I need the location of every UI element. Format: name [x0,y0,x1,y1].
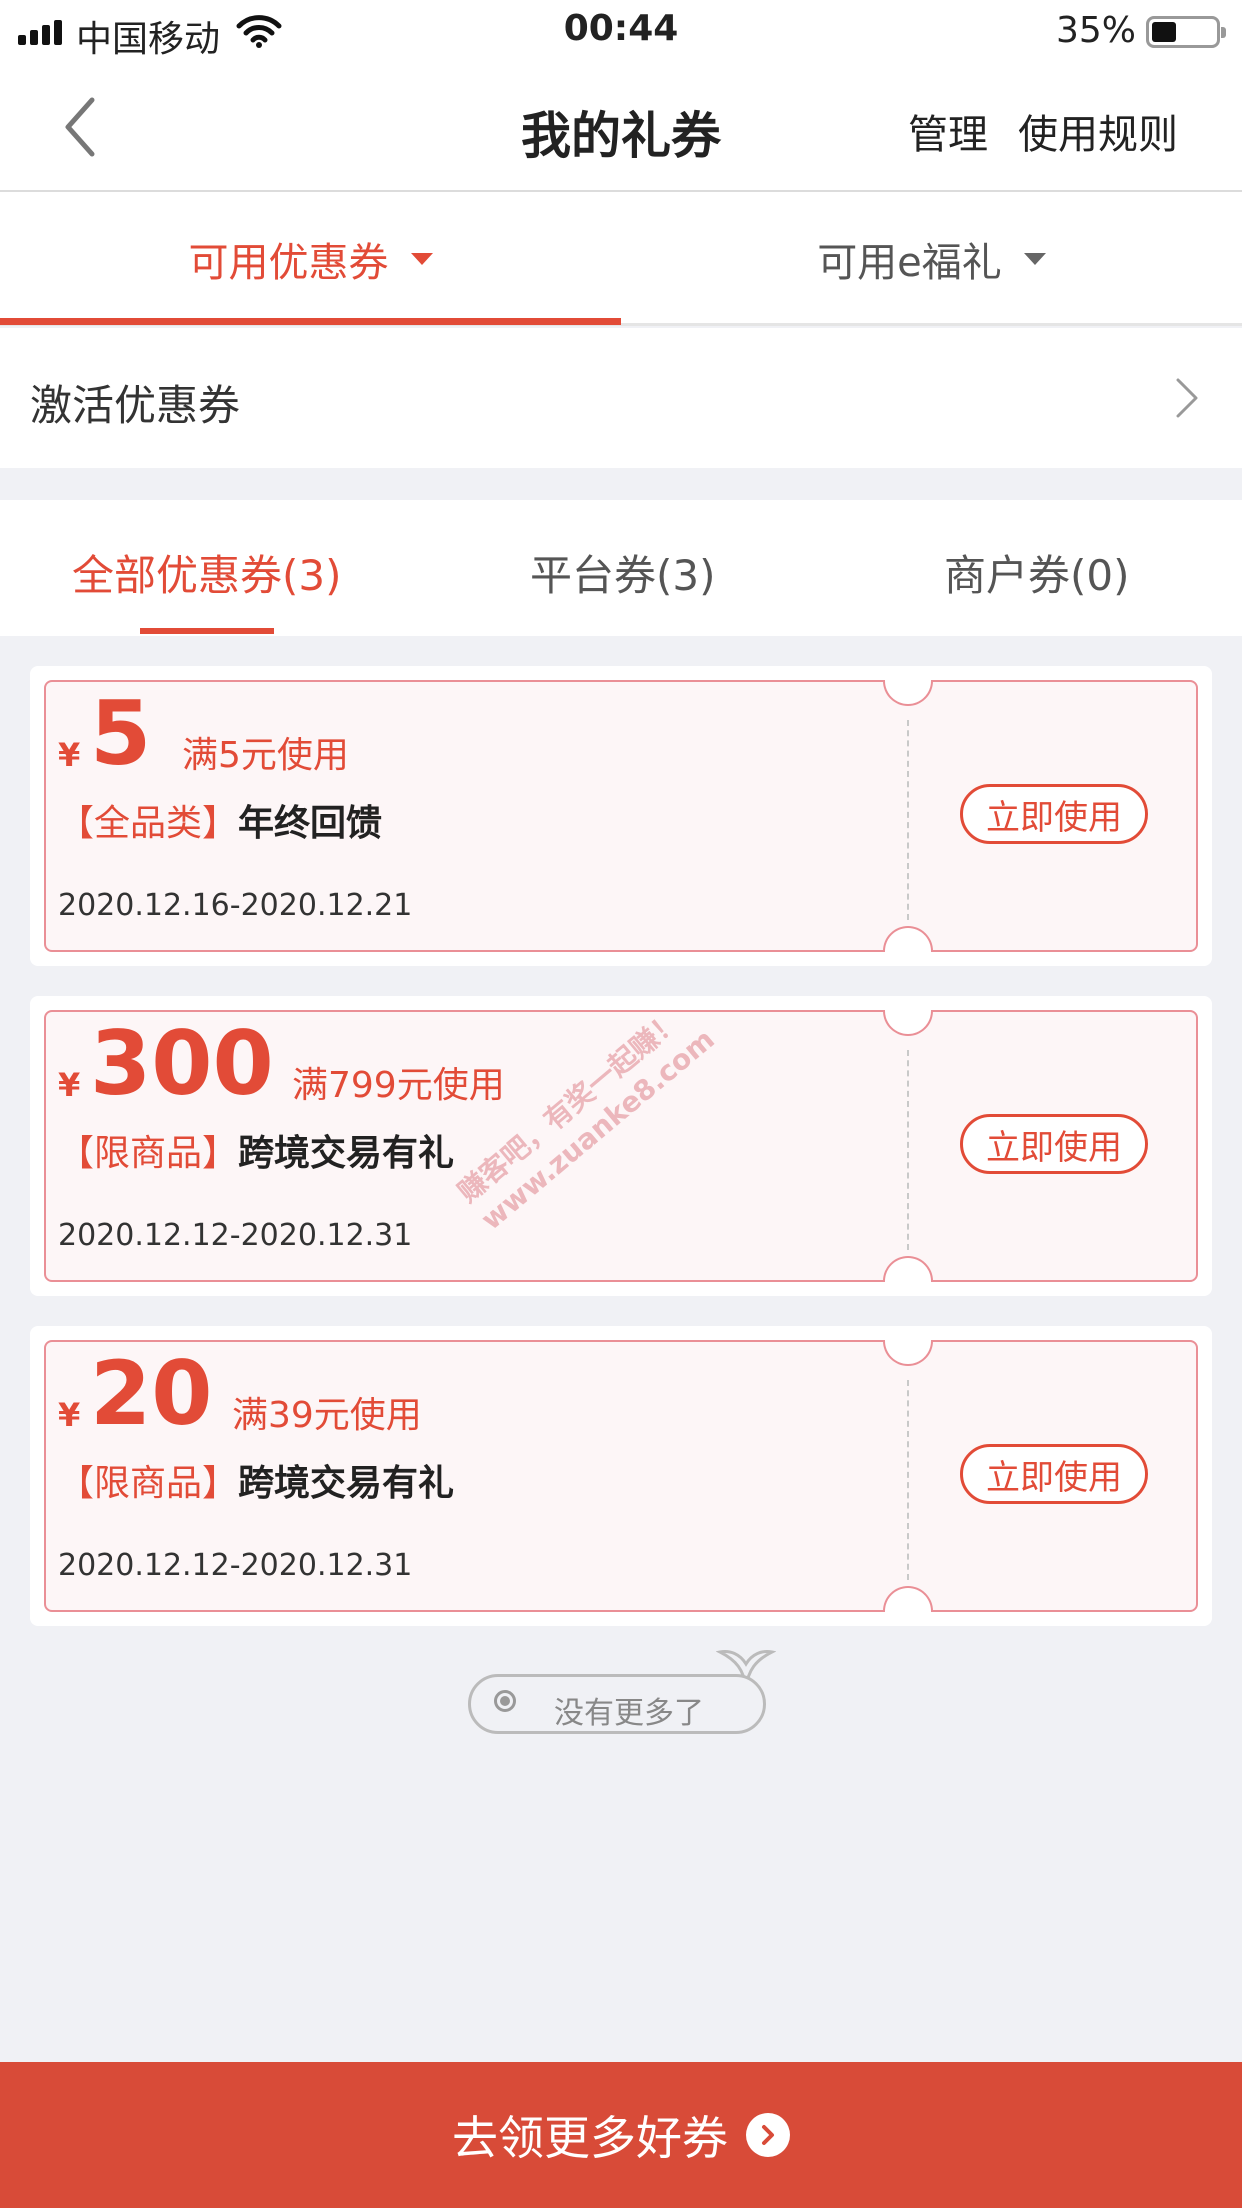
usage-rules-button[interactable]: 使用规则 [1018,102,1178,160]
coupon-card: ¥ 5 满5元使用 【全品类】年终回馈 2020.12.16-2020.12.2… [30,666,1212,966]
tab-all-coupons[interactable]: 全部优惠券(3) [72,542,342,603]
coupon-ticket: ¥ 5 满5元使用 【全品类】年终回馈 2020.12.16-2020.12.2… [44,680,1198,952]
tab-available-coupons[interactable]: 可用优惠券 [0,192,621,326]
coupon-title: 年终回馈 [238,803,383,844]
coupon-validity-dates: 2020.12.12-2020.12.31 [58,1218,413,1253]
tab-label: 可用优惠券 [188,240,389,286]
coupon-tag-row: 【限商品】跨境交易有礼 [58,1124,454,1176]
activate-coupon-row[interactable]: 激活优惠券 [0,328,1242,468]
coupon-category-tag: 【限商品】 [58,1463,239,1504]
dropdown-triangle-icon [410,253,433,265]
coupon-filter-tabs: 全部优惠券(3) 平台券(3) 商户券(0) [0,500,1242,636]
use-now-button[interactable]: 立即使用 [960,784,1148,844]
coupon-tag-row: 【全品类】年终回馈 [58,794,382,846]
get-more-coupons-button[interactable]: 去领更多好券 [0,2062,1242,2208]
main-tabs: 可用优惠券 可用e福礼 [0,192,1242,326]
coupon-validity-dates: 2020.12.16-2020.12.21 [58,888,413,923]
status-bar: 中国移动 00:44 35% [0,0,1242,62]
coupon-title: 跨境交易有礼 [238,1133,455,1174]
currency-symbol: ¥ [58,1066,81,1104]
dropdown-triangle-icon [1023,253,1046,265]
currency-symbol: ¥ [58,1396,81,1434]
use-now-button[interactable]: 立即使用 [960,1114,1148,1174]
coupon-title: 跨境交易有礼 [238,1463,455,1504]
coupon-amount: 300 [90,1012,274,1115]
coupon-threshold: 满5元使用 [182,735,349,776]
arrow-right-circle-icon [746,2113,790,2157]
coupon-category-tag: 【限商品】 [58,1133,239,1174]
active-tab-indicator [0,318,621,325]
coupon-threshold: 满799元使用 [292,1065,505,1106]
active-subtab-indicator [140,628,274,634]
coupon-threshold: 满39元使用 [232,1395,422,1436]
get-more-coupons-label: 去领更多好券 [452,2111,728,2165]
coupon-validity-dates: 2020.12.12-2020.12.31 [58,1548,413,1583]
tab-label: 可用e福礼 [817,240,1002,286]
coupon-ticket: ¥ 20 满39元使用 【限商品】跨境交易有礼 2020.12.12-2020.… [44,1340,1198,1612]
coupon-amount: 20 [90,1342,213,1445]
currency-symbol: ¥ [58,736,81,774]
battery-percent: 35% [1055,10,1136,51]
no-more-indicator: 没有更多了 [468,1640,778,1736]
tab-available-e-gifts[interactable]: 可用e福礼 [621,192,1242,326]
coupon-amount: 5 [90,682,152,785]
manage-button[interactable]: 管理 [908,102,988,160]
coupon-category-tag: 【全品类】 [58,803,239,844]
eye-icon [494,1690,516,1712]
activate-coupon-label: 激活优惠券 [30,381,241,430]
battery-icon [1146,16,1226,48]
use-now-button[interactable]: 立即使用 [960,1444,1148,1504]
tab-merchant-coupons[interactable]: 商户券(0) [944,542,1130,603]
chevron-right-icon [1176,378,1198,418]
nav-bar: 我的礼券 管理 使用规则 [0,62,1242,192]
tab-platform-coupons[interactable]: 平台券(3) [530,542,716,603]
coupon-tag-row: 【限商品】跨境交易有礼 [58,1454,454,1506]
no-more-label: 没有更多了 [554,1696,704,1731]
coupon-card: ¥ 20 满39元使用 【限商品】跨境交易有礼 2020.12.12-2020.… [30,1326,1212,1626]
